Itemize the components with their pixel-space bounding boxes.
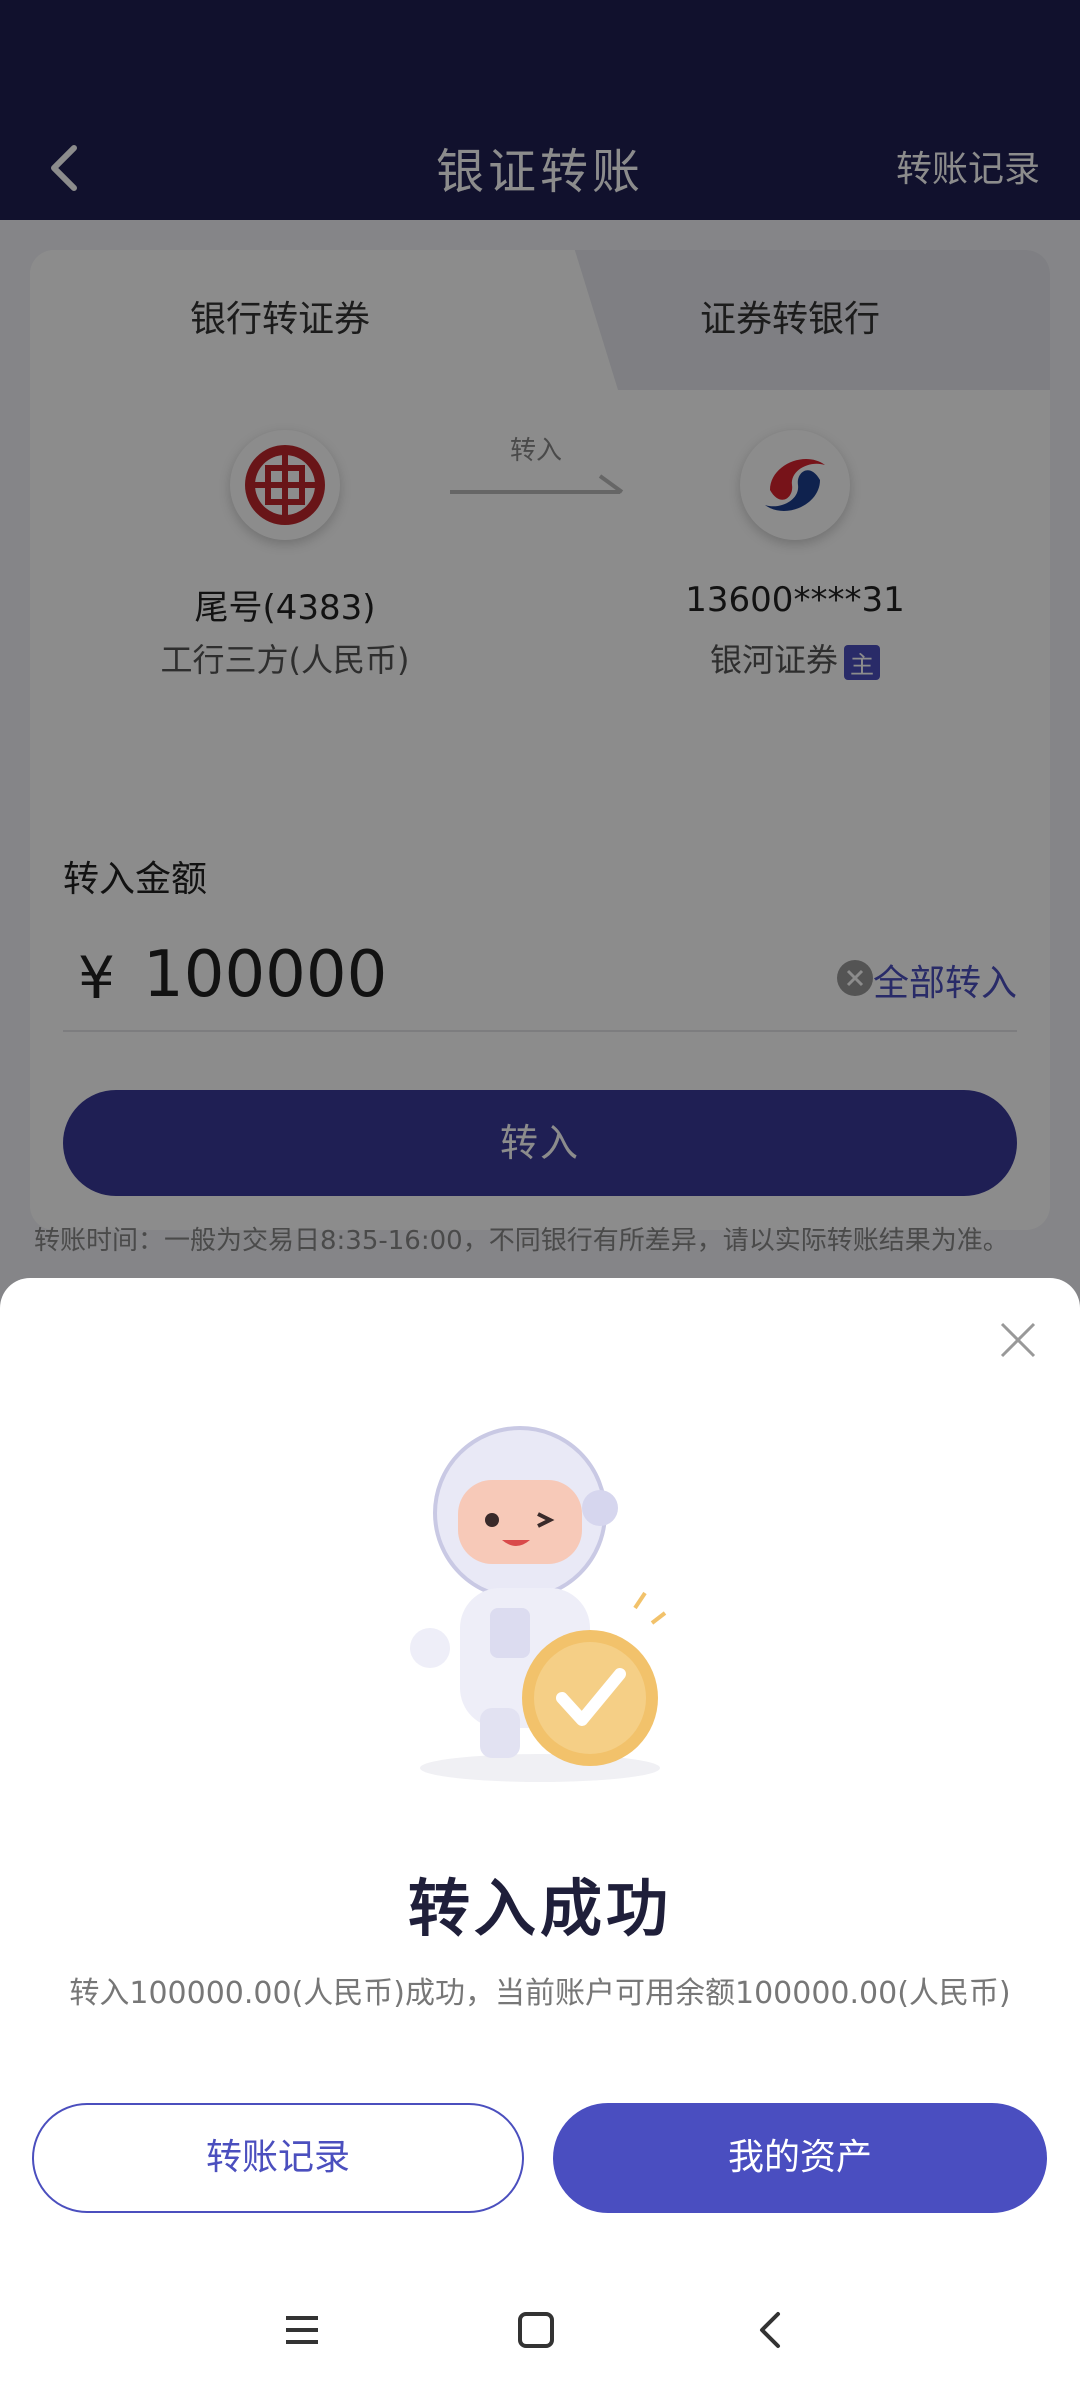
success-description: 转入100000.00(人民币)成功，当前账户可用余额100000.00(人民币…: [69, 1976, 1011, 2011]
menu-icon[interactable]: [280, 2308, 324, 2352]
close-icon[interactable]: [996, 1318, 1040, 1362]
success-sheet: 转入成功 转入100000.00(人民币)成功，当前账户可用余额100000.0…: [0, 1278, 1080, 2400]
nav-back-icon[interactable]: [750, 2308, 794, 2352]
system-nav-bar: [0, 2278, 1080, 2400]
success-title: 转入成功: [407, 1872, 672, 1945]
transfer-history-button[interactable]: 转账记录: [32, 2103, 524, 2213]
mascot-icon: [410, 1426, 667, 1782]
my-assets-button[interactable]: 我的资产: [553, 2103, 1047, 2213]
home-icon[interactable]: [514, 2308, 558, 2352]
